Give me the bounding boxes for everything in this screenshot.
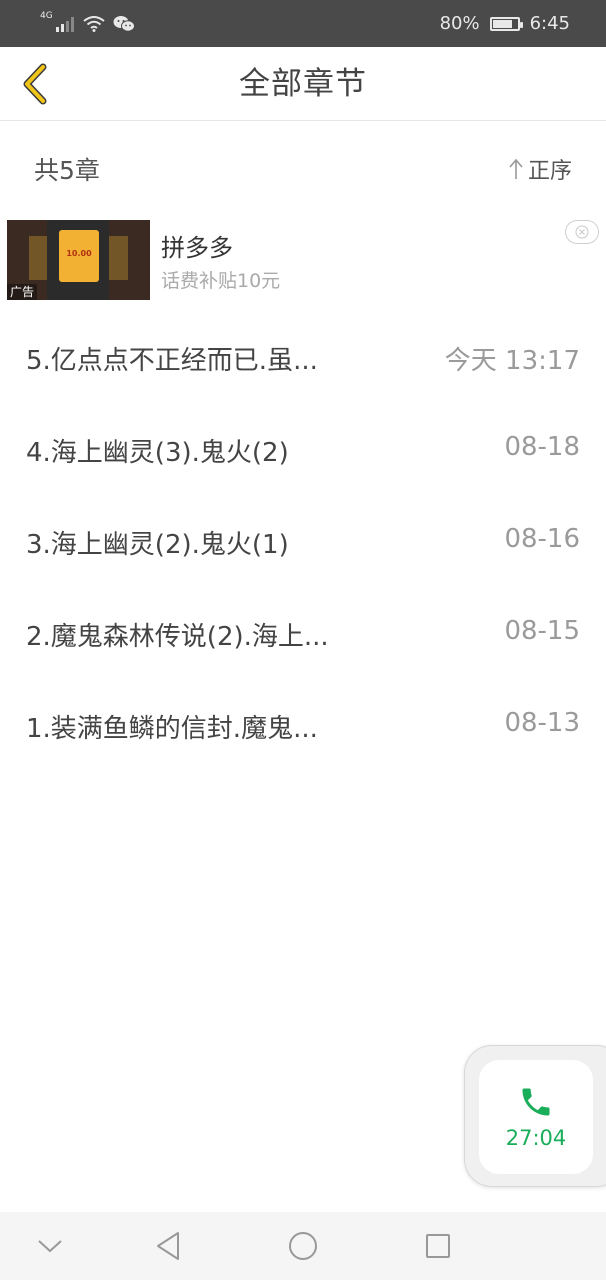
- signal-icon: [55, 16, 74, 32]
- page-title: 全部章节: [239, 66, 367, 102]
- arrow-up-icon: [509, 158, 523, 179]
- phone-icon: [522, 1088, 550, 1116]
- circle-home-icon: [289, 1232, 317, 1260]
- chapter-title: 3.海上幽灵(2).鬼火(1): [26, 530, 289, 560]
- chapter-count: 共5章: [34, 156, 100, 185]
- clock: 6:45: [529, 13, 570, 34]
- header: 全部章节: [0, 47, 606, 121]
- floating-call-widget[interactable]: 27:04: [464, 1045, 606, 1187]
- chapter-item[interactable]: 4.海上幽灵(3).鬼火(2) 08-18: [0, 404, 606, 496]
- sort-order-button[interactable]: 正序: [508, 153, 572, 185]
- battery-percent: 80%: [439, 13, 480, 34]
- chapter-title: 5.亿点点不正经而已.虽...: [26, 346, 318, 376]
- chapter-date: 08-15: [504, 616, 580, 646]
- chapter-date: 今天 13:17: [444, 346, 580, 376]
- ad-tag: 广告: [7, 284, 38, 300]
- chapter-item[interactable]: 1.装满鱼鳞的信封.魔鬼... 08-13: [0, 680, 606, 772]
- battery-icon: [489, 16, 523, 31]
- chapter-date: 08-16: [504, 524, 580, 554]
- ad-close-button[interactable]: [565, 220, 599, 244]
- wechat-icon: [113, 15, 135, 32]
- nav-recents-button[interactable]: [418, 1226, 458, 1266]
- network-type: 4G: [40, 11, 53, 21]
- nav-back-button[interactable]: [148, 1226, 188, 1266]
- call-button[interactable]: 27:04: [479, 1060, 593, 1174]
- ad-image-card: 10.00: [59, 230, 99, 282]
- chapter-list: 5.亿点点不正经而已.虽... 今天 13:17 4.海上幽灵(3).鬼火(2)…: [0, 312, 606, 772]
- ad-subtitle: 话费补贴10元: [161, 270, 281, 292]
- chapter-summary: 共5章 正序: [0, 121, 606, 211]
- status-bar: 4G 80% 6:45: [0, 0, 606, 47]
- chapter-title: 1.装满鱼鳞的信封.魔鬼...: [26, 714, 318, 744]
- system-nav-bar: [0, 1212, 606, 1280]
- square-recents-icon: [426, 1234, 450, 1258]
- wifi-icon: [83, 15, 105, 32]
- chapter-item[interactable]: 3.海上幽灵(2).鬼火(1) 08-16: [0, 496, 606, 588]
- battery-level: [492, 19, 512, 28]
- ad-banner[interactable]: 10.00 广告 拼多多 话费补贴10元: [7, 220, 599, 302]
- status-left: 4G: [40, 11, 135, 33]
- ad-image[interactable]: 10.00 广告: [7, 220, 150, 300]
- chapter-date: 08-18: [504, 432, 580, 462]
- triangle-back-icon: [157, 1232, 179, 1260]
- chapter-item[interactable]: 5.亿点点不正经而已.虽... 今天 13:17: [0, 312, 606, 404]
- status-right: 80% 6:45: [440, 13, 570, 34]
- nav-home-button[interactable]: [283, 1226, 323, 1266]
- ad-image-value: 10.00: [66, 249, 92, 258]
- call-duration: 27:04: [505, 1126, 567, 1150]
- ad-title: 拼多多: [161, 234, 233, 262]
- close-icon: [575, 225, 589, 239]
- nav-collapse-button[interactable]: [30, 1226, 70, 1266]
- sort-order-label: 正序: [527, 159, 572, 184]
- chapter-item[interactable]: 2.魔鬼森林传说(2).海上... 08-15: [0, 588, 606, 680]
- chapter-date: 08-13: [504, 708, 580, 738]
- chevron-down-icon: [38, 1240, 62, 1253]
- chapter-title: 4.海上幽灵(3).鬼火(2): [26, 438, 289, 468]
- chapter-title: 2.魔鬼森林传说(2).海上...: [26, 622, 329, 652]
- ad-image-right-panel: [106, 236, 128, 280]
